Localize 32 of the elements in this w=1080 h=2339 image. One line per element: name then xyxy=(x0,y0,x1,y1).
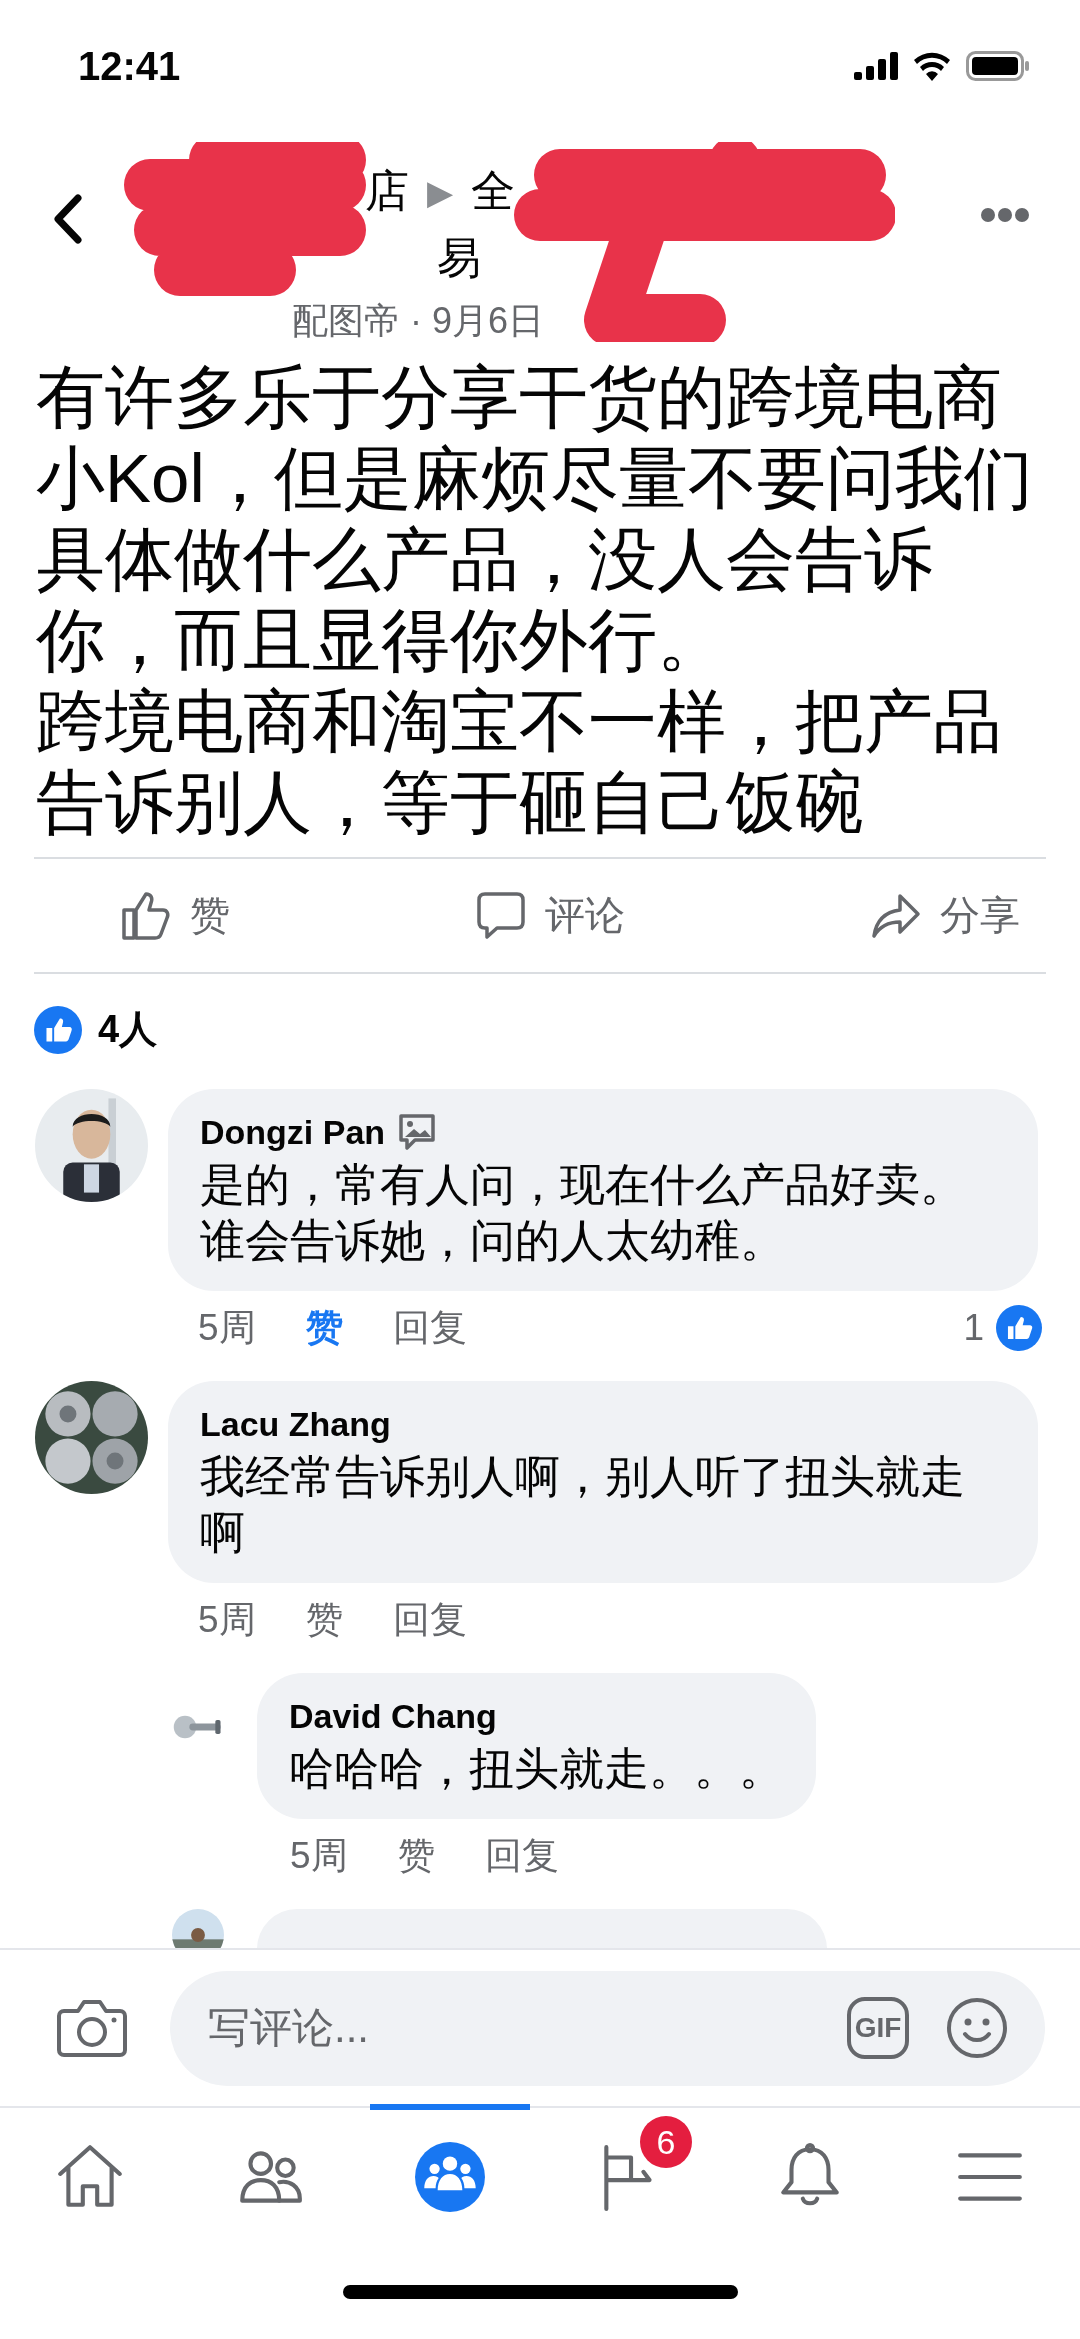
like-button[interactable]: 赞 xyxy=(120,888,230,943)
comment-time: 5周 xyxy=(198,1598,256,1642)
reaction-count[interactable]: 4人 xyxy=(98,1004,158,1055)
status-time: 12:41 xyxy=(78,43,181,89)
arrow-separator: ▶ xyxy=(427,171,453,212)
header-title: 全 xyxy=(471,165,515,217)
like-link[interactable]: 赞 xyxy=(305,1303,343,1353)
header-title: 店 xyxy=(365,165,409,217)
commenter-name[interactable]: David Chang xyxy=(289,1691,497,1741)
reply-link[interactable]: 回复 xyxy=(484,1831,559,1881)
comment-time: 5周 xyxy=(290,1834,348,1878)
commenter-name[interactable]: Lacu Zhang xyxy=(200,1399,391,1449)
nav-tab[interactable]: 6 xyxy=(550,2104,710,2244)
comment-text: 是的，常有人问，现在什么产品好卖。谁会告诉她，问的人太幼稚。 xyxy=(200,1158,966,1268)
share-button[interactable]: 分享 xyxy=(870,888,1020,943)
post-text: 有许多乐于分享干货的跨境电商小Kol，但是麻烦尽量不要问我们具体做什么产品，没人会告诉你，而且显得你外行。 xyxy=(36,358,1034,681)
like-link[interactable]: 赞 xyxy=(305,1595,343,1645)
comment-button[interactable]: 评论 xyxy=(475,888,625,943)
reply-link[interactable]: 回复 xyxy=(392,1595,467,1645)
commenter-name[interactable]: Dongzi Pan xyxy=(200,1107,386,1157)
header-subtitle: 易 xyxy=(436,232,482,284)
comment-text: 哈哈哈，扭头就走。。。 xyxy=(289,1742,784,1796)
reply-link[interactable]: 回复 xyxy=(392,1303,467,1353)
post-meta: 配图帝 · 9月6日 xyxy=(292,299,545,343)
reaction-count[interactable]: 1 xyxy=(963,1307,984,1349)
like-link[interactable]: 赞 xyxy=(397,1831,435,1881)
comment-text: 我经常告诉别人啊，别人听了扭头就走啊 xyxy=(200,1450,966,1560)
notification-badge: 6 xyxy=(640,2116,692,2168)
comment-time: 5周 xyxy=(198,1306,256,1350)
gif-button[interactable]: GIF xyxy=(847,1997,909,2059)
post-text: 跨境电商和淘宝不一样，把产品告诉别人，等于砸自己饭碗 xyxy=(36,682,1003,843)
comment-field[interactable]: 写评论... GIF xyxy=(170,1970,1045,2086)
